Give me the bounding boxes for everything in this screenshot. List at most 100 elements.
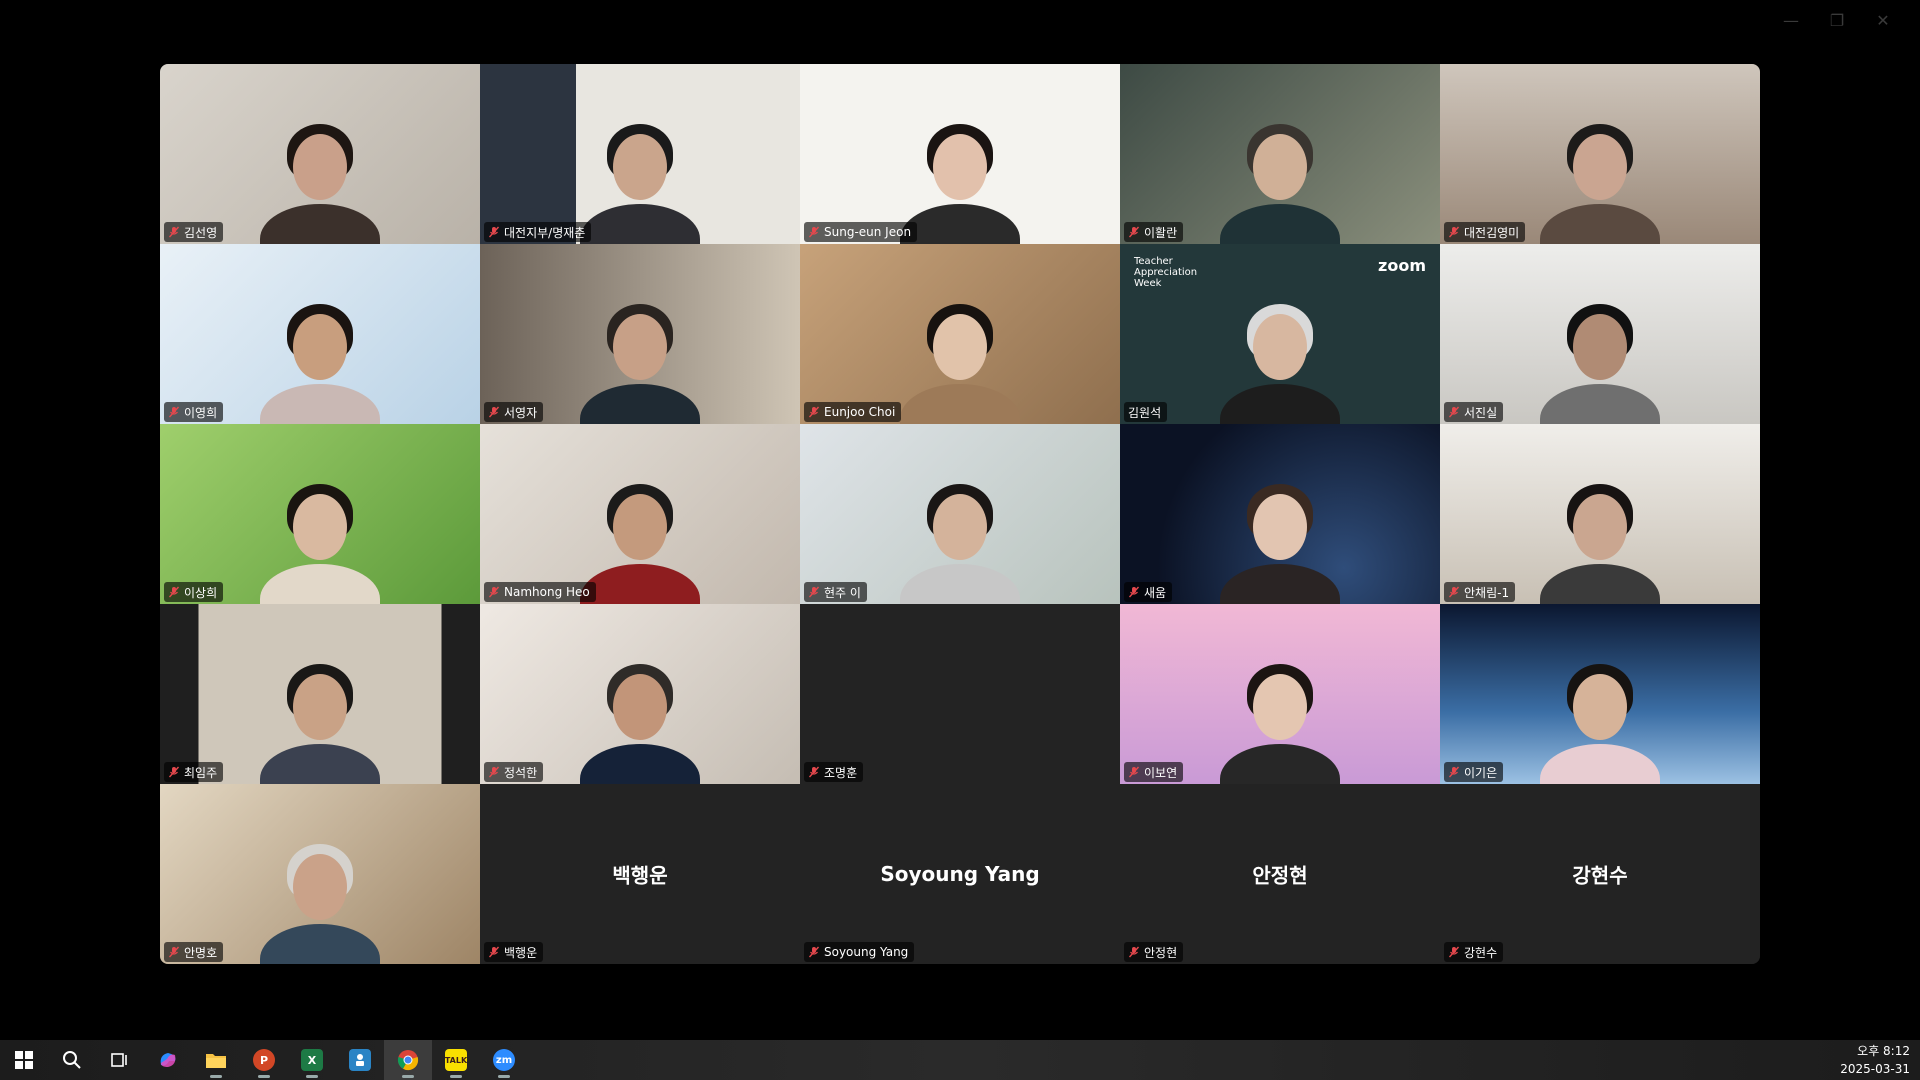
participant-name: 이상희 [184, 585, 218, 600]
participant-video-figure [1540, 284, 1660, 424]
zoom-icon[interactable]: zm [480, 1040, 528, 1080]
kakaotalk-label: TALK [445, 1049, 467, 1071]
minimize-icon[interactable]: — [1768, 8, 1814, 32]
system-clock[interactable]: 오후 8:12 2025-03-31 [1840, 1042, 1910, 1078]
muted-mic-icon [1448, 946, 1460, 958]
participant-tile[interactable]: 새움 [1120, 424, 1440, 604]
muted-mic-icon [808, 586, 820, 598]
participant-video-figure [1220, 284, 1340, 424]
zoom-logo: zoom [1378, 256, 1426, 275]
chrome-icon[interactable] [384, 1040, 432, 1080]
participant-video-figure [260, 644, 380, 784]
participant-name: 김원석 [1128, 405, 1162, 420]
participant-display-name: 백행운 [612, 863, 668, 888]
participant-name-tag: 대전김영미 [1444, 222, 1526, 242]
participant-name-tag: 최임주 [164, 762, 224, 782]
participant-name-tag: 김선영 [164, 222, 224, 242]
participant-name: 이활란 [1144, 225, 1178, 240]
participant-tile[interactable]: 정석한 [480, 604, 800, 784]
participant-tile[interactable]: 현주 이 [800, 424, 1120, 604]
participant-name: 안정현 [1144, 945, 1178, 960]
participant-tile[interactable]: 안채림-1 [1440, 424, 1760, 604]
participant-name: 정석한 [504, 765, 538, 780]
participant-tile[interactable]: 대전지부/명재춘 [480, 64, 800, 244]
participant-tile[interactable]: 강현수 강현수 [1440, 784, 1760, 964]
participant-name: 서진실 [1464, 405, 1498, 420]
participant-tile[interactable]: 김선영 [160, 64, 480, 244]
participant-video-figure [260, 104, 380, 244]
muted-mic-icon [1128, 586, 1140, 598]
muted-mic-icon [488, 406, 500, 418]
participant-tile[interactable]: 대전김영미 [1440, 64, 1760, 244]
participant-name: 대전김영미 [1464, 225, 1520, 240]
muted-mic-icon [168, 946, 180, 958]
participant-video-figure [900, 464, 1020, 604]
muted-mic-icon [808, 406, 820, 418]
participant-tile[interactable]: 이기은 [1440, 604, 1760, 784]
participant-name: Namhong Heo [504, 585, 590, 599]
participant-video-figure [260, 824, 380, 964]
muted-mic-icon [1448, 586, 1460, 598]
participant-video-figure [260, 464, 380, 604]
muted-mic-icon [1128, 946, 1140, 958]
participant-name-tag: 서진실 [1444, 402, 1504, 422]
participant-name-tag: 안명호 [164, 942, 224, 962]
participant-name-tag: Namhong Heo [484, 582, 596, 602]
zoom-label: zm [493, 1049, 515, 1071]
participant-name-tag: 강현수 [1444, 942, 1504, 962]
muted-mic-icon [1128, 226, 1140, 238]
kakaotalk-icon[interactable]: TALK [432, 1040, 480, 1080]
restore-icon[interactable]: ❐ [1814, 8, 1860, 32]
participant-tile[interactable]: 이활란 [1120, 64, 1440, 244]
participant-tile[interactable]: Soyoung Yang Soyoung Yang [800, 784, 1120, 964]
participant-video-figure [900, 284, 1020, 424]
excel-icon[interactable]: X [288, 1040, 336, 1080]
copilot-icon[interactable] [144, 1040, 192, 1080]
clock-time: 오후 8:12 [1857, 1044, 1910, 1058]
participant-tile[interactable]: Sung-eun Jeon [800, 64, 1120, 244]
participant-name: 조명훈 [824, 765, 858, 780]
powerpoint-icon[interactable]: P [240, 1040, 288, 1080]
participant-tile[interactable]: 이보연 [1120, 604, 1440, 784]
participant-video-figure [1540, 464, 1660, 604]
close-icon[interactable]: ✕ [1860, 8, 1906, 32]
file-explorer-icon[interactable] [192, 1040, 240, 1080]
powerpoint-letter: P [253, 1049, 275, 1071]
participant-name-tag: 조명훈 [804, 762, 864, 782]
participant-tile[interactable]: 안정현 안정현 [1120, 784, 1440, 964]
participant-name-tag: 안채림-1 [1444, 582, 1516, 602]
muted-mic-icon [168, 406, 180, 418]
search-icon[interactable] [48, 1040, 96, 1080]
participant-tile[interactable]: Teacher Appreciation Week zoom 김원석 [1120, 244, 1440, 424]
participant-name-tag: 이보연 [1124, 762, 1184, 782]
virtual-background-text: Teacher Appreciation Week [1134, 256, 1198, 289]
participant-name: 최임주 [184, 765, 218, 780]
muted-mic-icon [1448, 406, 1460, 418]
participant-name-tag: Soyoung Yang [804, 942, 915, 962]
participant-video-figure [1540, 644, 1660, 784]
window-controls: — ❐ ✕ [1768, 8, 1906, 32]
participant-tile[interactable]: Namhong Heo [480, 424, 800, 604]
participant-name: 이영희 [184, 405, 218, 420]
participant-tile[interactable]: 서영자 [480, 244, 800, 424]
task-view-icon[interactable] [96, 1040, 144, 1080]
participant-name-tag: 서영자 [484, 402, 544, 422]
participant-tile[interactable]: 백행운 백행운 [480, 784, 800, 964]
participant-tile[interactable]: 최임주 [160, 604, 480, 784]
muted-mic-icon [808, 946, 820, 958]
taskbar: P X TALK zm 오후 8:12 2025-03-31 [0, 1040, 1920, 1080]
participant-tile[interactable]: Eunjoo Choi [800, 244, 1120, 424]
participant-name: 이보연 [1144, 765, 1178, 780]
participant-tile[interactable]: 안명호 [160, 784, 480, 964]
participant-tile[interactable]: 서진실 [1440, 244, 1760, 424]
participant-video-figure [1220, 644, 1340, 784]
participant-tile[interactable]: 이영희 [160, 244, 480, 424]
participant-video-figure [580, 464, 700, 604]
windows-start-icon[interactable] [0, 1040, 48, 1080]
participant-name: 대전지부/명재춘 [504, 225, 586, 240]
muted-mic-icon [488, 226, 500, 238]
participant-tile[interactable]: 조명훈 [800, 604, 1120, 784]
participant-video-figure [580, 104, 700, 244]
participant-tile[interactable]: 이상희 [160, 424, 480, 604]
app-icon[interactable] [336, 1040, 384, 1080]
